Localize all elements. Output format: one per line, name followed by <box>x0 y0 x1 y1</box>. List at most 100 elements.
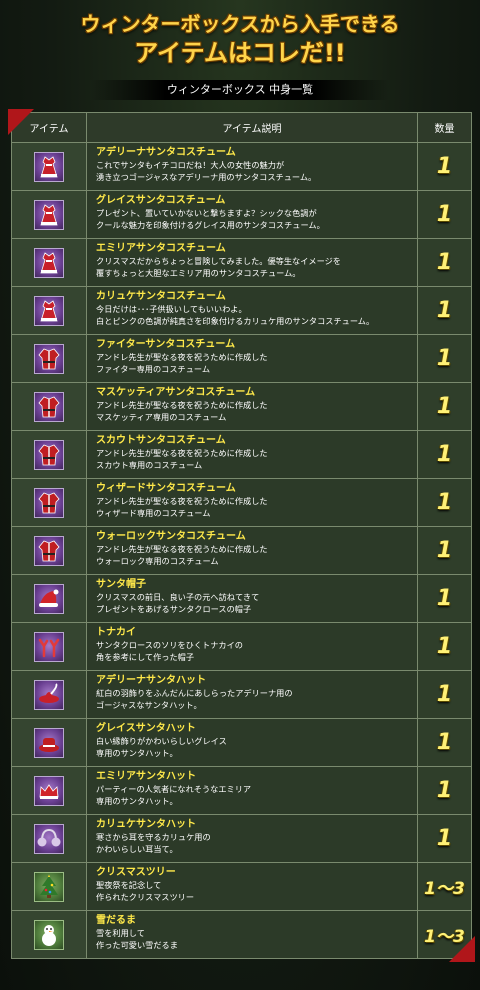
crown-hat-icon <box>34 775 64 806</box>
item-description-line-1: 紅白の羽飾りをふんだんにあしらったアデリーナ用の <box>96 688 293 698</box>
item-quantity: 1〜3 <box>424 879 465 899</box>
item-description-line-2: マスケッティア専用のコスチューム <box>96 412 227 422</box>
item-quantity-cell: 1 <box>418 335 471 382</box>
dress-icon <box>34 199 64 230</box>
item-icon-cell <box>12 335 87 382</box>
item-description-line-2: 作られたクリスマスツリー <box>96 892 195 902</box>
item-name: サンタ帽子 <box>96 579 146 590</box>
item-name: スカウトサンタコスチューム <box>96 435 226 446</box>
table-row: マスケッティアサンタコスチュームアンドレ先生が聖なる夜を祝うために作成した マスケ… <box>12 382 471 430</box>
dress-icon <box>34 151 64 182</box>
item-icon-cell <box>12 479 87 526</box>
item-icon-cell <box>12 911 87 958</box>
item-quantity: 1 <box>436 394 453 419</box>
item-name: アデリーナサンタハット <box>96 675 206 686</box>
item-description-cell: マスケッティアサンタコスチュームアンドレ先生が聖なる夜を祝うために作成した マスケ… <box>87 383 418 430</box>
item-name: アデリーナサンタコスチューム <box>96 147 236 158</box>
item-description-line-2: かわいらしい耳当て。 <box>96 844 178 854</box>
item-quantity-cell: 1 <box>418 239 471 286</box>
coat-icon <box>34 343 64 374</box>
corner-ribbon-top-left <box>8 109 34 135</box>
item-description-line-2: 専用のサンタハット。 <box>96 796 178 806</box>
item-quantity: 1 <box>436 586 453 611</box>
table-row: カリュケサンタハット 寒さから耳を守るカリュケ用の かわいらしい耳当て。 1 <box>12 814 471 862</box>
item-description-line-1: クリスマスの前日、良い子の元へ訪ねてきて <box>96 592 260 602</box>
coat-icon <box>34 439 64 470</box>
snowman-icon <box>34 919 64 950</box>
item-description-line-1: クリスマスだからちょっと冒険してみました。優等生なイメージを <box>96 256 341 266</box>
item-icon-cell <box>12 143 87 190</box>
item-quantity: 1 <box>436 298 453 323</box>
item-quantity-cell: 1 <box>418 575 471 622</box>
table-row: 雪だるま 雪を利用して 作った可愛い雪だるま 1〜3 <box>12 910 471 958</box>
table-header: アイテム アイテム説明 数量 <box>12 113 471 142</box>
earmuff-icon <box>34 823 64 854</box>
item-icon-cell <box>12 767 87 814</box>
item-quantity: 1 <box>436 778 453 803</box>
item-description-line-2: 覆すちょっと大胆なエミリア用のサンタコスチューム。 <box>96 268 301 278</box>
item-name: グレイスサンタコスチューム <box>96 195 226 206</box>
table-row: グレイスサンタコスチュームプレゼント、置いていかないと撃ちますよ？シックな色調が… <box>12 190 471 238</box>
item-quantity-cell: 1 <box>418 767 471 814</box>
item-description-line-2: 作った可愛い雪だるま <box>96 940 178 950</box>
item-quantity-cell: 1 <box>418 623 471 670</box>
subtitle: ウィンターボックス 中身一覧 <box>90 80 390 100</box>
item-icon-cell <box>12 383 87 430</box>
item-description-line-1: アンドレ先生が聖なる夜を祝うために作成した <box>96 496 268 506</box>
item-icon-cell <box>12 671 87 718</box>
item-quantity: 1 <box>436 682 453 707</box>
item-quantity: 1 <box>436 490 453 515</box>
dress-icon <box>34 247 64 278</box>
table-row: サンタ帽子 クリスマスの前日、良い子の元へ訪ねてきて プレゼントをあげるサンタクロー… <box>12 574 471 622</box>
item-quantity: 1 <box>436 250 453 275</box>
table-row: クリスマスツリー 聖夜祭を記念して作られたクリスマスツリー 1〜3 <box>12 862 471 910</box>
item-icon-cell <box>12 239 87 286</box>
item-description-line-1: これでサンタもイチコロだね！大人の女性の魅力が <box>96 160 285 170</box>
item-description-cell: エミリアサンタコスチューム クリスマスだからちょっと冒険してみました。優等生なイメ… <box>87 239 418 286</box>
item-name: ファイターサンタコスチューム <box>96 339 236 350</box>
item-description-line-1: パーティーの人気者になれそうなエミリア <box>96 784 252 794</box>
item-description-line-1: 聖夜祭を記念して <box>96 880 162 890</box>
item-quantity: 1 <box>436 202 453 227</box>
item-description-cell: ファイターサンタコスチューム アンドレ先生が聖なる夜を祝うために作成した ファイター… <box>87 335 418 382</box>
table-row: カリュケサンタコスチューム 今日だけは･･･子供扱いしてもいいわよ。 白とピンクの色… <box>12 286 471 334</box>
item-quantity: 1 <box>436 826 453 851</box>
table-row: アデリーナサンタハット紅白の羽飾りをふんだんにあしらったアデリーナ用の ゴージャス… <box>12 670 471 718</box>
feather-hat-icon <box>34 679 64 710</box>
table-row: アデリーナサンタコスチューム これでサンタもイチコロだね！大人の女性の魅力が 湧き立… <box>12 142 471 190</box>
item-description-cell: 雪だるま 雪を利用して 作った可愛い雪だるま <box>87 911 418 958</box>
item-description-line-1: プレゼント、置いていかないと撃ちますよ？シックな色調が <box>96 208 317 218</box>
item-name: カリュケサンタコスチューム <box>96 291 226 302</box>
tree-icon <box>34 871 64 902</box>
item-description-line-2: ファイター専用のコスチューム <box>96 364 211 374</box>
item-description-cell: サンタ帽子 クリスマスの前日、良い子の元へ訪ねてきて プレゼントをあげるサンタクロー… <box>87 575 418 622</box>
item-description-cell: スカウトサンタコスチューム アンドレ先生が聖なる夜を祝うために作成した スカウト専用… <box>87 431 418 478</box>
item-description-line-2: 専用のサンタハット。 <box>96 748 178 758</box>
table-row: ファイターサンタコスチューム アンドレ先生が聖なる夜を祝うために作成した ファイター… <box>12 334 471 382</box>
item-name: マスケッティアサンタコスチューム <box>96 387 256 398</box>
item-description-line-2: クールな魅力を印象付けるグレイス用のサンタコスチューム。 <box>96 220 325 230</box>
antler-icon <box>34 631 64 662</box>
item-icon-cell <box>12 287 87 334</box>
item-name: トナカイ <box>96 627 136 638</box>
item-table: アイテム アイテム説明 数量 アデリーナサンタコスチュームこれでサンタもイチコロ… <box>8 109 475 962</box>
item-name: クリスマスツリー <box>96 867 176 878</box>
item-quantity-cell: 1〜3 <box>418 863 471 910</box>
item-description-line-1: 寒さから耳を守るカリュケ用の <box>96 832 211 842</box>
page-title: ウィンターボックスから入手できる アイテムはコレだ!! <box>0 0 480 78</box>
item-icon-cell <box>12 719 87 766</box>
item-description-cell: ウォーロックサンタコスチューム アンドレ先生が聖なる夜を祝うために作成した ウォーロ… <box>87 527 418 574</box>
table-row: ウォーロックサンタコスチューム アンドレ先生が聖なる夜を祝うために作成した ウォーロ… <box>12 526 471 574</box>
item-description-line-2: 角を参考にして作った帽子 <box>96 652 195 662</box>
item-icon-cell <box>12 431 87 478</box>
item-description-line-1: サンタクロースのソリをひくトナカイの <box>96 640 243 650</box>
item-description-line-2: ゴージャスなサンタハット。 <box>96 700 202 710</box>
item-icon-cell <box>12 191 87 238</box>
item-description-line-1: アンドレ先生が聖なる夜を祝うために作成した <box>96 400 268 410</box>
item-quantity-cell: 1 <box>418 191 471 238</box>
item-quantity-cell: 1 <box>418 383 471 430</box>
item-icon-cell <box>12 527 87 574</box>
item-name: ウォーロックサンタコスチューム <box>96 531 246 542</box>
item-icon-cell <box>12 815 87 862</box>
item-description-line-2: ウォーロック専用のコスチューム <box>96 556 219 566</box>
